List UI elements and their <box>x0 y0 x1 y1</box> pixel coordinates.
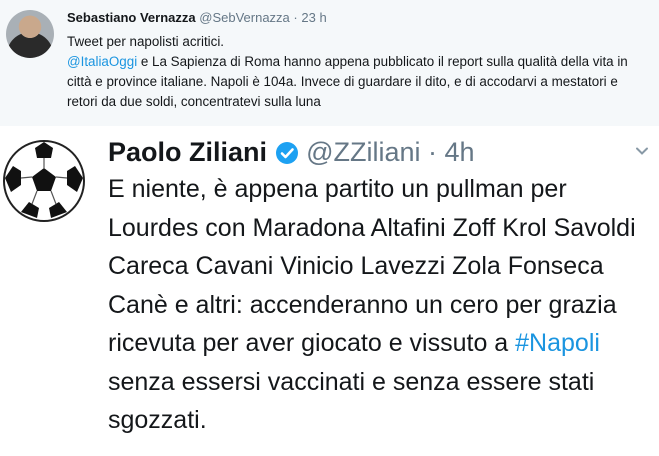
soccer-ball-avatar[interactable] <box>1 138 87 224</box>
mention-link[interactable]: @ItaliaOggi <box>67 54 137 69</box>
verified-badge-icon <box>275 142 298 164</box>
tweet-sebastiano[interactable]: Sebastiano Vernazza @SebVernazza · 23 h … <box>0 0 659 126</box>
display-name[interactable]: Paolo Ziliani <box>108 137 267 167</box>
tweet-text: Tweet per napolisti acritici. @ItaliaOgg… <box>67 32 652 112</box>
tweet-header: Paolo Ziliani @ZZiliani · 4h <box>108 136 475 168</box>
chevron-down-icon[interactable] <box>634 143 650 159</box>
handle[interactable]: @ZZiliani <box>306 137 420 167</box>
tweet-text-paragraph: @ItaliaOggi e La Sapienza di Roma hanno … <box>67 52 652 112</box>
timestamp[interactable]: 4h <box>445 137 475 167</box>
timestamp[interactable]: 23 h <box>301 10 326 25</box>
avatar[interactable] <box>6 10 54 58</box>
tweet-text: E niente, è appena partito un pullman pe… <box>108 170 656 440</box>
tweet-text-line: Tweet per napolisti acritici. <box>67 34 225 49</box>
tweet-header: Sebastiano Vernazza @SebVernazza · 23 h <box>67 10 327 25</box>
tweet-text-rest: e La Sapienza di Roma hanno appena pubbl… <box>67 54 628 109</box>
handle[interactable]: @SebVernazza <box>199 10 290 25</box>
separator: · <box>293 10 298 25</box>
separator: · <box>428 137 437 167</box>
hashtag-link[interactable]: #Napoli <box>515 329 600 357</box>
tweet-text-after: senza essersi vaccinati e senza essere s… <box>108 367 595 435</box>
display-name[interactable]: Sebastiano Vernazza <box>67 10 196 25</box>
